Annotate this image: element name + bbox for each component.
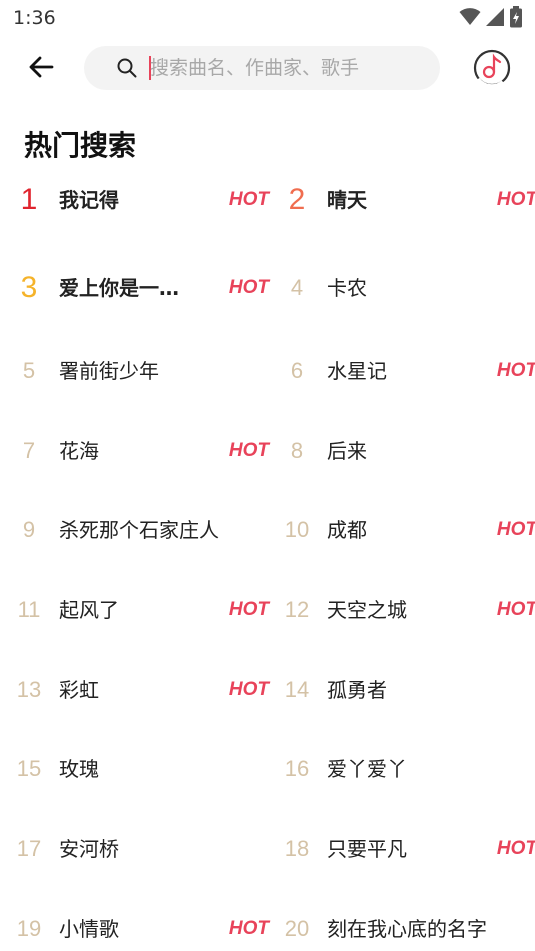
rank-number: 6 bbox=[290, 358, 304, 383]
song-name: 孤勇者 bbox=[327, 678, 387, 702]
rank-number: 13 bbox=[16, 677, 42, 702]
song-name: 起风了 bbox=[59, 598, 119, 622]
hot-search-item[interactable]: 12 天空之城 HOT bbox=[277, 570, 535, 650]
search-icon bbox=[117, 58, 137, 78]
hot-badge: HOT bbox=[496, 519, 535, 540]
song-name: 水星记 bbox=[327, 359, 387, 383]
status-icons bbox=[459, 6, 523, 28]
song-name: 晴天 bbox=[327, 188, 367, 212]
hot-search-item[interactable]: 18 只要平凡 HOT bbox=[277, 809, 535, 889]
wifi-icon bbox=[459, 8, 481, 25]
song-name: 彩虹 bbox=[59, 678, 99, 702]
rank-number: 8 bbox=[290, 438, 304, 463]
song-name: 爱上你是一… bbox=[59, 276, 179, 300]
hot-search-item[interactable]: 14 孤勇者 bbox=[277, 650, 535, 730]
song-name: 安河桥 bbox=[59, 837, 119, 861]
hot-search-item[interactable]: 9 杀死那个石家庄人 bbox=[9, 490, 269, 570]
hot-search-item[interactable]: 16 爱丫爱丫 bbox=[277, 729, 535, 809]
rank-number: 19 bbox=[16, 916, 42, 941]
rank-number: 10 bbox=[284, 517, 310, 542]
hot-search-item[interactable]: 11 起风了 HOT bbox=[9, 570, 269, 650]
music-disc-icon bbox=[473, 49, 511, 89]
rank-number: 4 bbox=[290, 275, 304, 300]
back-button[interactable] bbox=[24, 50, 58, 84]
song-name: 成都 bbox=[327, 518, 367, 542]
hot-badge: HOT bbox=[496, 189, 535, 210]
hot-badge: HOT bbox=[228, 599, 269, 620]
search-input[interactable] bbox=[150, 46, 420, 90]
hot-badge: HOT bbox=[228, 189, 269, 210]
hot-badge: HOT bbox=[228, 440, 269, 461]
song-name: 署前街少年 bbox=[59, 359, 159, 383]
song-name: 只要平凡 bbox=[327, 837, 407, 861]
hot-search-item[interactable]: 8 后来 bbox=[277, 411, 535, 491]
hot-search-item[interactable]: 17 安河桥 bbox=[9, 809, 269, 889]
song-name: 爱丫爱丫 bbox=[327, 757, 407, 781]
section-title: 热门搜索 bbox=[24, 129, 137, 162]
hot-badge: HOT bbox=[228, 679, 269, 700]
song-name: 玫瑰 bbox=[59, 757, 99, 781]
top-bar bbox=[0, 36, 535, 100]
song-name: 天空之城 bbox=[327, 598, 407, 622]
rank-number: 16 bbox=[284, 756, 310, 781]
rank-number: 18 bbox=[284, 836, 310, 861]
song-name: 卡农 bbox=[327, 276, 367, 300]
rank-number: 1 bbox=[20, 183, 38, 216]
song-name: 杀死那个石家庄人 bbox=[59, 518, 219, 542]
hot-search-item[interactable]: 6 水星记 HOT bbox=[277, 331, 535, 411]
rank-number: 15 bbox=[16, 756, 42, 781]
hot-badge: HOT bbox=[496, 360, 535, 381]
song-name: 小情歌 bbox=[59, 917, 119, 941]
song-name: 后来 bbox=[327, 439, 367, 463]
rank-number: 3 bbox=[20, 271, 38, 304]
status-time: 1:36 bbox=[13, 7, 56, 29]
song-name: 花海 bbox=[59, 439, 99, 463]
rank-number: 17 bbox=[16, 836, 42, 861]
hot-search-item[interactable]: 3 爱上你是一… HOT bbox=[9, 248, 269, 328]
back-arrow-icon bbox=[29, 56, 54, 78]
search-box[interactable] bbox=[84, 46, 440, 90]
battery-icon bbox=[510, 6, 522, 28]
hot-search-item[interactable]: 19 小情歌 HOT bbox=[9, 889, 269, 951]
rank-number: 2 bbox=[288, 183, 306, 216]
hot-search-item[interactable]: 7 花海 HOT bbox=[9, 411, 269, 491]
hot-badge: HOT bbox=[496, 838, 535, 859]
hot-search-item[interactable]: 13 彩虹 HOT bbox=[9, 650, 269, 730]
music-player-button[interactable] bbox=[472, 48, 512, 89]
song-name: 刻在我心底的名字 bbox=[327, 917, 487, 941]
rank-number: 7 bbox=[22, 438, 36, 463]
hot-search-item[interactable]: 15 玫瑰 bbox=[9, 729, 269, 809]
signal-icon bbox=[486, 8, 504, 26]
status-bar: 1:36 bbox=[0, 0, 535, 36]
hot-search-item[interactable]: 5 署前街少年 bbox=[9, 331, 269, 411]
rank-number: 5 bbox=[22, 358, 36, 383]
song-name: 我记得 bbox=[59, 188, 119, 212]
rank-number: 20 bbox=[284, 916, 310, 941]
hot-search-item[interactable]: 1 我记得 HOT bbox=[9, 160, 269, 240]
hot-badge: HOT bbox=[228, 918, 269, 939]
hot-search-item[interactable]: 4 卡农 bbox=[277, 248, 535, 328]
hot-search-item[interactable]: 10 成都 HOT bbox=[277, 490, 535, 570]
rank-number: 11 bbox=[17, 597, 41, 622]
hot-badge: HOT bbox=[228, 277, 269, 298]
rank-number: 14 bbox=[284, 677, 310, 702]
rank-number: 9 bbox=[22, 517, 36, 542]
hot-search-item[interactable]: 20 刻在我心底的名字 bbox=[277, 889, 535, 951]
hot-badge: HOT bbox=[496, 599, 535, 620]
rank-number: 12 bbox=[284, 597, 310, 622]
hot-search-item[interactable]: 2 晴天 HOT bbox=[277, 160, 535, 240]
